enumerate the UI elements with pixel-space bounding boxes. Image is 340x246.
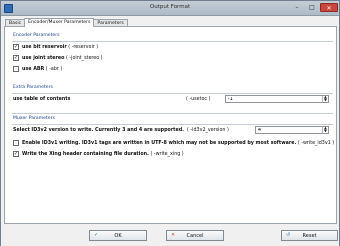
reservoir-checkbox[interactable]: ✓ <box>13 44 19 50</box>
reservoir-label: use bit reservoir <box>22 44 67 50</box>
output-format-window: Output Format – □ ✕ Basic Encoder/Muxer … <box>0 0 340 246</box>
id3v2-row: Select ID3v2 version to write. Currently… <box>13 128 229 133</box>
id3v2-param: ( -id3v2_version ) <box>187 128 229 133</box>
maximize-icon: □ <box>309 4 315 11</box>
checkmark-icon: ✓ <box>13 54 19 61</box>
tab-panel: Encoder Parameters ✓ use bit reservoir (… <box>4 26 337 224</box>
toc-spin-buttons[interactable]: ▲ ▼ <box>322 95 328 102</box>
ok-label: OK <box>114 232 122 239</box>
ok-button[interactable]: ✓ OK <box>89 230 147 241</box>
id3v1-checkbox[interactable] <box>13 140 19 146</box>
tab-encoder-muxer[interactable]: Encoder/Muxer Parameters <box>24 18 95 27</box>
minimize-icon: – <box>295 4 299 11</box>
joint-stereo-param: ( -joint_stereo ) <box>66 55 103 61</box>
xing-checkbox[interactable]: ✓ <box>13 151 19 157</box>
toc-input[interactable] <box>226 96 322 102</box>
joint-stereo-checkbox[interactable]: ✓ <box>13 55 19 61</box>
window-title: Output Format <box>149 4 191 10</box>
xing-param: ( -write_xing ) <box>150 151 184 157</box>
toc-spinner[interactable]: ▲ ▼ <box>225 95 329 103</box>
id3v2-spin-buttons[interactable]: ▲ ▼ <box>322 126 328 133</box>
abr-row: use ABR ( -abr ) <box>13 66 62 72</box>
x-icon: ✕ <box>171 232 176 238</box>
extra-divider <box>12 93 333 94</box>
cancel-label: Cancel <box>186 232 204 239</box>
toc-label: use table of contents <box>13 97 71 102</box>
reset-label: Reset <box>302 232 317 239</box>
xing-row: ✓ Write the Xing header containing file … <box>13 151 184 157</box>
id3v2-spinner[interactable]: ▲ ▼ <box>255 126 329 134</box>
id3v2-input[interactable] <box>256 127 322 133</box>
checkmark-icon: ✓ <box>13 43 19 50</box>
encoder-divider <box>12 41 333 42</box>
joint-stereo-row: ✓ use joint stereo ( -joint_stereo ) <box>13 55 103 61</box>
maximize-button[interactable]: □ <box>305 3 319 12</box>
reservoir-row: ✓ use bit reservoir ( -reservoir ) <box>13 44 98 50</box>
abr-param: ( -abr ) <box>45 66 63 72</box>
spin-down-icon[interactable]: ▼ <box>324 98 327 102</box>
toc-param-wrap: ( -usetoc ) <box>186 97 210 102</box>
minimize-button[interactable]: – <box>290 3 304 12</box>
abr-checkbox[interactable] <box>13 66 19 72</box>
toc-row: use table of contents <box>13 97 70 102</box>
close-icon: ✕ <box>326 5 332 12</box>
reset-icon: ↺ <box>286 232 291 238</box>
title-bar: Output Format – □ ✕ <box>1 1 339 16</box>
extra-bottom-divider <box>12 113 333 114</box>
muxer-divider <box>12 124 333 125</box>
xing-label: Write the Xing header containing file du… <box>22 151 149 157</box>
id3v1-row: Enable ID3v1 writing. ID3v1 tags are wri… <box>13 140 334 146</box>
cancel-button[interactable]: ✕ Cancel <box>166 230 224 241</box>
spin-down-icon[interactable]: ▼ <box>324 129 327 133</box>
reservoir-param: ( -reservoir ) <box>68 44 99 50</box>
reset-button[interactable]: ↺ Reset <box>281 230 338 241</box>
encoder-section-title: Encoder Parameters <box>13 33 60 38</box>
close-button[interactable]: ✕ <box>320 3 338 12</box>
toc-param: ( -usetoc ) <box>186 97 211 102</box>
checkmark-icon: ✓ <box>13 150 19 157</box>
id3v1-label: Enable ID3v1 writing. ID3v1 tags are wri… <box>22 140 297 146</box>
abr-label: use ABR <box>22 66 45 72</box>
id3v1-param: ( -write_id3v1 ) <box>297 140 335 146</box>
joint-stereo-label: use joint stereo <box>22 55 65 61</box>
button-bar: ✓ OK ✕ Cancel ↺ Reset <box>1 225 339 246</box>
extra-section-title: Extra Parameters <box>13 85 53 90</box>
checkmark-icon: ✓ <box>94 232 99 238</box>
id3v2-label: Select ID3v2 version to write. Currently… <box>13 128 184 133</box>
muxer-section-title: Muxer Parameters <box>13 116 55 121</box>
